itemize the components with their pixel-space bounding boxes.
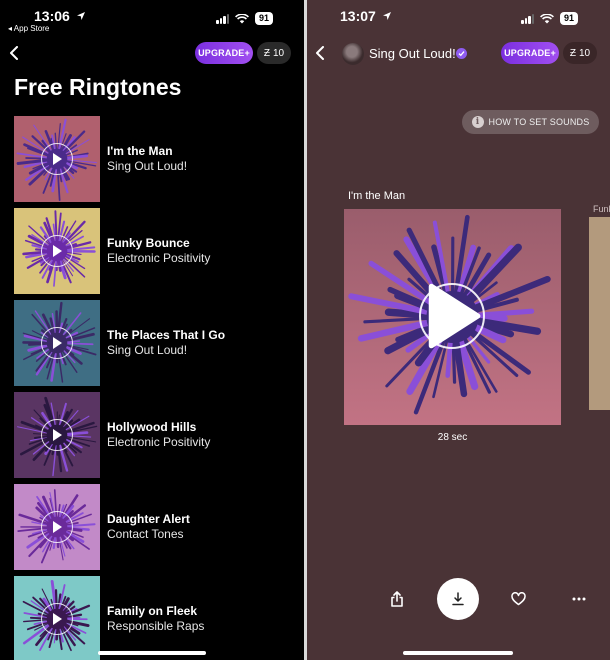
play-button[interactable]	[41, 143, 73, 175]
share-icon	[391, 591, 403, 607]
play-button[interactable]	[41, 327, 73, 359]
cellular-signal-icon	[521, 13, 534, 24]
chevron-left-icon	[316, 46, 324, 60]
how-to-label: HOW TO SET SOUNDS	[488, 117, 590, 127]
play-icon	[53, 245, 62, 257]
status-time: 13:06	[34, 8, 86, 24]
play-icon	[428, 283, 481, 349]
ringtone-artwork	[14, 300, 100, 386]
ringtone-title: Hollywood Hills	[107, 420, 197, 434]
ringtone-cover[interactable]	[344, 209, 561, 425]
page-title: Free Ringtones	[14, 74, 182, 100]
how-to-set-sounds-button[interactable]: i HOW TO SET SOUNDS	[462, 110, 599, 134]
z-token-icon: Ƶ	[263, 47, 270, 59]
chevron-left-icon	[10, 46, 18, 60]
z-token-count: 10	[272, 47, 285, 59]
status-icons: 91	[521, 12, 579, 25]
ringtone-artist: Responsible Raps	[107, 619, 205, 633]
ringtone-title: Daughter Alert	[107, 512, 190, 526]
favorite-button[interactable]	[508, 589, 528, 609]
ringtone-title: Family on Fleek	[107, 604, 198, 618]
ringtone-artist: Electronic Positivity	[107, 435, 211, 449]
ringtones-list-screen: 13:06 ◂ App Store 91 UPGRADE+ Ƶ 10 Free …	[0, 0, 304, 660]
wifi-icon	[540, 13, 554, 23]
heart-icon	[510, 592, 526, 606]
z-token-icon: Ƶ	[569, 47, 576, 59]
card-title: I'm the Man	[348, 190, 406, 202]
play-button[interactable]	[41, 419, 73, 451]
location-arrow-icon	[382, 12, 391, 20]
play-button[interactable]	[41, 603, 73, 635]
status-icons: 91	[216, 12, 274, 25]
status-time: 13:07	[340, 8, 392, 24]
ringtone-row[interactable]: Family on Fleek Responsible Raps	[14, 573, 294, 660]
z-token-count: 10	[578, 47, 591, 59]
ringtone-artwork	[14, 208, 100, 294]
ringtone-artist: Contact Tones	[107, 527, 184, 541]
download-icon	[452, 592, 464, 606]
artist-avatar[interactable]	[342, 43, 364, 65]
ringtone-row[interactable]: Daughter Alert Contact Tones	[14, 481, 294, 573]
ringtone-artist: Sing Out Loud!	[107, 343, 188, 357]
play-button[interactable]	[41, 235, 73, 267]
battery-indicator: 91	[255, 12, 274, 25]
wifi-icon	[235, 13, 249, 23]
ringtone-row[interactable]: The Places That I Go Sing Out Loud!	[14, 297, 294, 389]
ringtone-artist: Electronic Positivity	[107, 251, 211, 265]
ringtone-row[interactable]: I'm the Man Sing Out Loud!	[14, 113, 294, 205]
ringtone-list: I'm the Man Sing Out Loud! Funky Bounce El…	[14, 113, 294, 660]
ringtone-artist: Sing Out Loud!	[107, 159, 188, 173]
more-options-button[interactable]	[569, 589, 589, 609]
ringtone-title: The Places That I Go	[107, 328, 226, 342]
play-icon	[53, 153, 62, 165]
cellular-signal-icon	[216, 13, 229, 24]
upgrade-button[interactable]: UPGRADE+	[195, 42, 253, 64]
location-arrow-icon	[76, 12, 85, 20]
more-icon	[572, 597, 586, 601]
back-to-app-store[interactable]: ◂ App Store	[8, 24, 49, 33]
ringtone-row[interactable]: Funky Bounce Electronic Positivity	[14, 205, 294, 297]
play-icon	[53, 613, 62, 625]
play-button[interactable]	[41, 511, 73, 543]
verified-badge-icon	[456, 48, 467, 59]
play-icon	[53, 521, 62, 533]
upgrade-button[interactable]: UPGRADE+	[501, 42, 559, 64]
ringtone-artwork	[14, 116, 100, 202]
download-button[interactable]	[437, 578, 479, 620]
info-icon: i	[471, 116, 484, 128]
play-icon	[53, 429, 62, 441]
app-screenshot: 13:06 ◂ App Store 91 UPGRADE+ Ƶ 10 Free …	[0, 0, 610, 660]
ringtone-row[interactable]: Hollywood Hills Electronic Positivity	[14, 389, 294, 481]
share-button[interactable]	[387, 589, 407, 609]
duration-label: 28 sec	[437, 432, 468, 443]
ringtone-detail-screen: 13:07 91 Sing Out Loud! UPGRADE+ Ƶ 10 i …	[307, 0, 610, 660]
ringtone-title: Funky Bounce	[107, 236, 190, 250]
play-icon	[53, 337, 62, 349]
ringtone-artwork	[14, 392, 100, 478]
ringtone-artwork	[14, 484, 100, 570]
play-button[interactable]	[419, 283, 485, 349]
ringtone-artwork	[14, 576, 100, 660]
next-ringtone-card[interactable]	[589, 217, 610, 410]
home-indicator[interactable]	[403, 651, 513, 655]
artist-name[interactable]: Sing Out Loud!	[369, 46, 456, 61]
next-card-title: Funk	[593, 204, 610, 214]
battery-indicator: 91	[560, 12, 579, 25]
z-tokens-button[interactable]: Ƶ 10	[257, 42, 291, 64]
home-indicator[interactable]	[98, 651, 206, 655]
z-tokens-button[interactable]: Ƶ 10	[563, 42, 597, 64]
back-button[interactable]	[311, 44, 329, 62]
ringtone-title: I'm the Man	[107, 144, 173, 158]
back-button[interactable]	[5, 44, 23, 62]
